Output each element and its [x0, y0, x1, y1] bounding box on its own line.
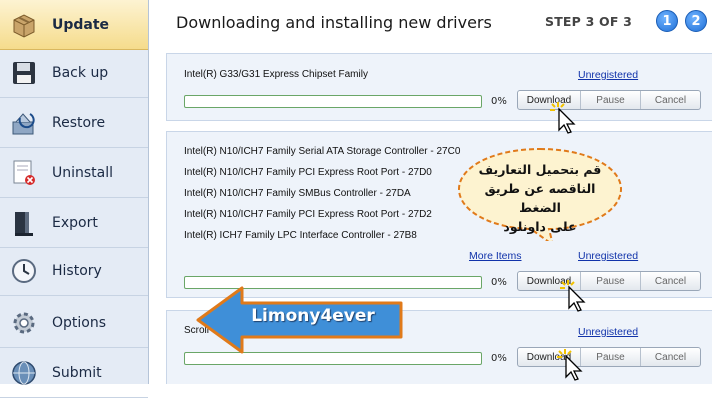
step-2-button[interactable]: 2	[685, 10, 707, 32]
sidebar-item-options[interactable]: Options	[0, 298, 148, 348]
driver-panel: Intel(R) G33/G31 Express Chipset Family …	[166, 53, 712, 121]
pause-button[interactable]: Pause	[581, 272, 641, 290]
bubble-text: قم بتحميل التعاريف الناقصه عن طريق الضغط…	[470, 160, 610, 236]
sidebar-item-label: History	[52, 262, 102, 279]
unregistered-link[interactable]: Unregistered	[578, 326, 638, 338]
sidebar-item-label: Export	[52, 214, 98, 231]
driver-name: Intel(R) ICH7 Family LPC Interface Contr…	[184, 230, 417, 241]
driver-name: Intel(R) N10/ICH7 Family PCI Express Roo…	[184, 209, 432, 220]
progress-percent: 0%	[491, 277, 507, 288]
gear-icon	[10, 309, 38, 337]
page-title: Downloading and installing new drivers	[176, 13, 492, 32]
cancel-button[interactable]: Cancel	[641, 348, 700, 366]
arrow-label: Limony4ever	[251, 306, 375, 326]
step-1-button[interactable]: 1	[656, 10, 678, 32]
bubble-line: على داونلود	[503, 219, 577, 234]
step-indicator: STEP 3 OF 3	[545, 14, 633, 29]
sidebar-item-uninstall[interactable]: Uninstall	[0, 148, 148, 198]
sidebar-item-restore[interactable]: Restore	[0, 98, 148, 148]
driver-name: Intel(R) N10/ICH7 Family SMBus Controlle…	[184, 188, 411, 199]
clock-icon	[10, 257, 38, 285]
sidebar-item-back-up[interactable]: Back up	[0, 48, 148, 98]
bubble-line: الناقصه عن طريق الضغط	[484, 181, 596, 215]
cursor-icon	[550, 102, 576, 134]
more-items-link[interactable]: More Items	[469, 250, 522, 262]
unregistered-link[interactable]: Unregistered	[578, 69, 638, 81]
sidebar-item-label: Uninstall	[52, 164, 114, 181]
sidebar: Update Back up Restore Uninstall Export …	[0, 0, 149, 398]
action-buttons: Download Pause Cancel	[517, 347, 701, 367]
driver-name: Intel(R) N10/ICH7 Family Serial ATA Stor…	[184, 146, 461, 157]
driver-panel: Intel(R) N10/ICH7 Family Serial ATA Stor…	[166, 131, 712, 298]
driver-name: Intel(R) G33/G31 Express Chipset Family	[184, 69, 368, 80]
progress-bar	[184, 95, 482, 108]
pause-button[interactable]: Pause	[581, 348, 641, 366]
restore-icon	[10, 109, 38, 137]
box-icon	[10, 11, 38, 39]
sidebar-item-label: Back up	[52, 64, 109, 81]
sidebar-item-submit[interactable]: Submit	[0, 348, 148, 398]
sidebar-item-label: Submit	[52, 364, 102, 381]
cancel-button[interactable]: Cancel	[641, 272, 700, 290]
cursor-icon	[557, 349, 583, 381]
cancel-button[interactable]: Cancel	[641, 91, 700, 109]
pause-button[interactable]: Pause	[581, 91, 641, 109]
action-buttons: Download Pause Cancel	[517, 90, 701, 110]
bubble-line: قم بتحميل التعاريف	[478, 162, 602, 177]
cursor-icon	[560, 280, 586, 312]
progress-percent: 0%	[491, 353, 507, 364]
sidebar-item-label: Update	[52, 16, 110, 33]
sidebar-item-history[interactable]: History	[0, 246, 148, 296]
globe-icon	[10, 359, 38, 387]
unregistered-link[interactable]: Unregistered	[578, 250, 638, 262]
uninstall-icon	[10, 159, 38, 187]
driver-name: Intel(R) N10/ICH7 Family PCI Express Roo…	[184, 167, 432, 178]
sidebar-item-label: Restore	[52, 114, 106, 131]
export-icon	[10, 209, 38, 237]
floppy-icon	[10, 59, 38, 87]
sidebar-item-update[interactable]: Update	[0, 0, 148, 50]
action-buttons: Download Pause Cancel	[517, 271, 701, 291]
progress-percent: 0%	[491, 96, 507, 107]
sidebar-item-label: Options	[52, 314, 107, 331]
sidebar-item-export[interactable]: Export	[0, 198, 148, 248]
